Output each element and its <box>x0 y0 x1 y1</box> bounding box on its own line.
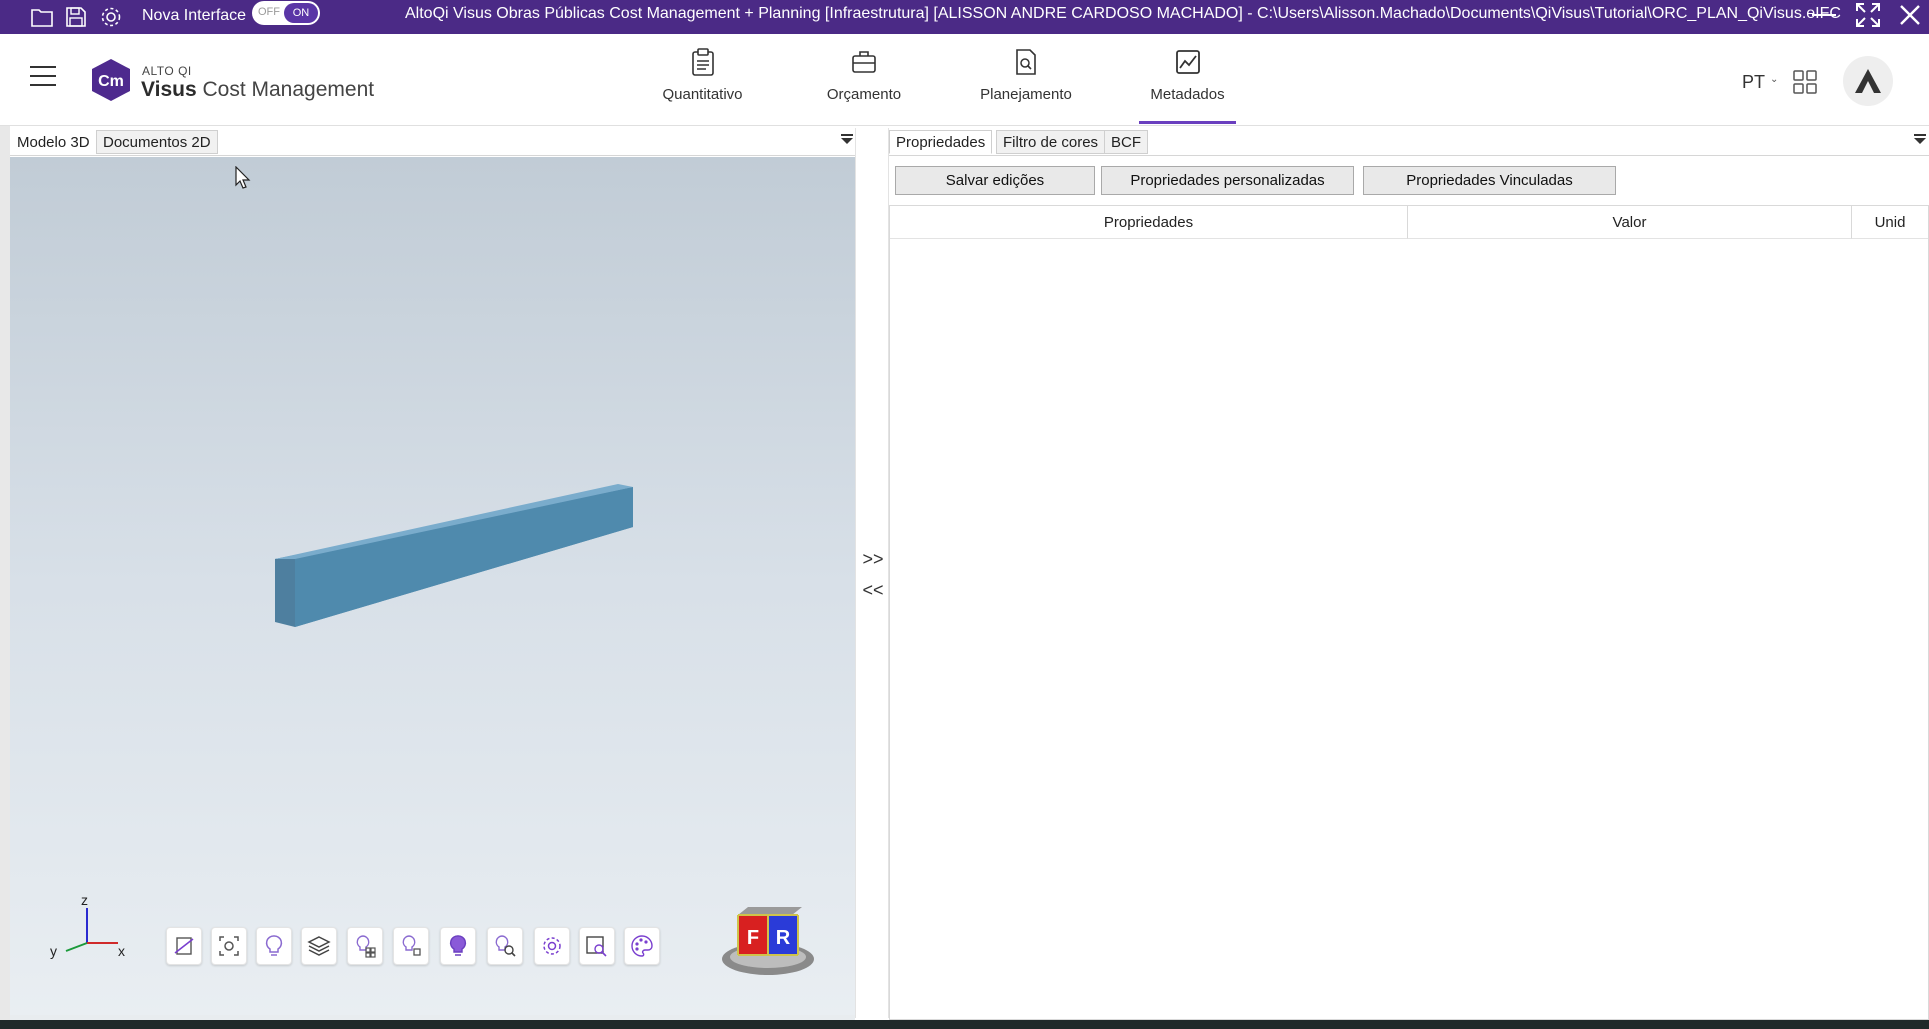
avatar[interactable] <box>1843 56 1893 106</box>
zoom-area-button[interactable] <box>579 927 615 965</box>
collapse-pane-button[interactable]: << <box>860 579 886 601</box>
nav-quantitativo[interactable]: Quantitativo <box>655 48 750 124</box>
app-window: Nova Interface OFF ON AltoQi Visus Obras… <box>0 0 1929 1029</box>
nova-interface-toggle[interactable]: OFF ON <box>252 1 320 25</box>
logo-title: Visus Cost Management <box>141 78 374 102</box>
palette-button[interactable] <box>624 927 660 965</box>
pane-menu-icon[interactable] <box>840 132 856 148</box>
mouse-cursor-icon <box>235 166 251 189</box>
folder-icon[interactable] <box>28 3 56 31</box>
settings-button[interactable] <box>534 927 570 965</box>
pane-splitter[interactable]: >> << <box>855 128 889 1018</box>
beam-3d-model[interactable] <box>275 484 633 627</box>
tab-documentos-2d[interactable]: Documentos 2D <box>96 130 218 154</box>
light-icon <box>449 935 467 956</box>
column-header-valor[interactable]: Valor <box>1408 206 1852 239</box>
3d-scene: z y x F R <box>50 484 814 975</box>
viewcube-front-label: F <box>747 927 759 949</box>
cut-plane-icon <box>174 937 194 955</box>
axis-z-label: z <box>81 892 88 908</box>
left-tab-bar: Modelo 3D Documentos 2D <box>10 128 855 156</box>
isolate-button[interactable] <box>347 927 383 965</box>
app-header: Cm ALTO QI Visus Cost Management Quantit… <box>0 34 1929 126</box>
tab-filtro-de-cores[interactable]: Filtro de cores <box>996 130 1106 154</box>
custom-properties-button[interactable]: Propriedades personalizadas <box>1101 166 1354 195</box>
nav-metadados[interactable]: Metadados <box>1139 48 1236 124</box>
inspect-icon <box>495 935 516 957</box>
chevron-down-icon[interactable]: ⌄ <box>1770 74 1778 85</box>
save-icon[interactable] <box>62 3 90 31</box>
taskbar-strip <box>0 1020 1929 1029</box>
close-button[interactable] <box>1890 0 1929 30</box>
left-edge-strip <box>0 126 10 1026</box>
column-header-unid[interactable]: Unid <box>1852 206 1928 239</box>
nova-interface-label: Nova Interface <box>142 7 247 24</box>
save-edits-button[interactable]: Salvar edições <box>895 166 1095 195</box>
language-selector[interactable]: PT <box>1742 72 1765 93</box>
bulb-icon <box>265 935 283 956</box>
tab-bcf[interactable]: BCF <box>1104 130 1148 154</box>
settings-icon <box>543 937 561 955</box>
cut-plane-button[interactable] <box>166 927 202 965</box>
altoqi-avatar-icon <box>1855 69 1881 93</box>
toggle-on-label: ON <box>284 3 318 23</box>
logo-badge-text: Cm <box>98 73 124 90</box>
hide-icon <box>402 935 421 956</box>
layers-button[interactable] <box>301 927 337 965</box>
tab-modelo-3d[interactable]: Modelo 3D <box>10 130 97 154</box>
title-bar: Nova Interface OFF ON AltoQi Visus Obras… <box>0 0 1929 34</box>
3d-viewport[interactable]: z y x F R <box>10 157 855 1017</box>
palette-icon <box>631 935 653 957</box>
right-pane-menu-icon[interactable] <box>1913 132 1929 148</box>
axis-x-label: x <box>118 943 125 959</box>
nav-planejamento-label: Planejamento <box>980 86 1072 103</box>
toggle-off-label: OFF <box>258 6 280 18</box>
gear-icon[interactable] <box>97 3 125 31</box>
nav-orcamento[interactable]: Orçamento <box>818 48 910 124</box>
logo-icon: Cm <box>90 58 132 102</box>
chart-icon <box>1175 50 1200 74</box>
nav-metadados-label: Metadados <box>1150 86 1225 103</box>
nav-planejamento[interactable]: Planejamento <box>978 48 1074 124</box>
clipboard-icon <box>691 48 714 76</box>
briefcase-icon <box>852 51 876 73</box>
logo-brand: Visus <box>141 78 197 101</box>
right-tab-bar: Propriedades Filtro de cores BCF <box>889 128 1929 156</box>
view-cube[interactable]: F R <box>722 907 814 975</box>
zoom-area-icon <box>586 936 607 957</box>
axis-y-label: y <box>50 943 57 959</box>
axis-gizmo: z y x <box>50 892 125 959</box>
tab-propriedades[interactable]: Propriedades <box>889 130 993 154</box>
layers-icon <box>307 936 331 956</box>
light-button[interactable] <box>440 927 476 965</box>
snapshot-button[interactable] <box>211 927 247 965</box>
linked-properties-button[interactable]: Propriedades Vinculadas <box>1363 166 1616 195</box>
viewcube-right-label: R <box>776 927 791 949</box>
document-search-icon <box>1016 49 1036 75</box>
bulb-button[interactable] <box>256 927 292 965</box>
logo-sub: ALTO QI <box>142 64 192 78</box>
column-header-propriedades[interactable]: Propriedades <box>890 206 1408 239</box>
hide-button[interactable] <box>393 927 429 965</box>
minimize-button[interactable] <box>1804 0 1844 30</box>
menu-icon[interactable] <box>30 66 56 92</box>
expand-pane-button[interactable]: >> <box>860 548 886 570</box>
nav-quantitativo-label: Quantitativo <box>662 86 743 103</box>
window-title: AltoQi Visus Obras Públicas Cost Managem… <box>405 5 1841 22</box>
apps-grid-icon[interactable] <box>1793 70 1817 94</box>
logo-product: Cost Management <box>202 78 375 101</box>
nav-orcamento-label: Orçamento <box>826 86 902 103</box>
snapshot-icon <box>219 936 239 956</box>
properties-table: Propriedades Valor Unid <box>889 205 1929 1020</box>
fullscreen-button[interactable] <box>1848 0 1888 30</box>
isolate-icon <box>356 935 376 958</box>
inspect-button[interactable] <box>487 927 523 965</box>
